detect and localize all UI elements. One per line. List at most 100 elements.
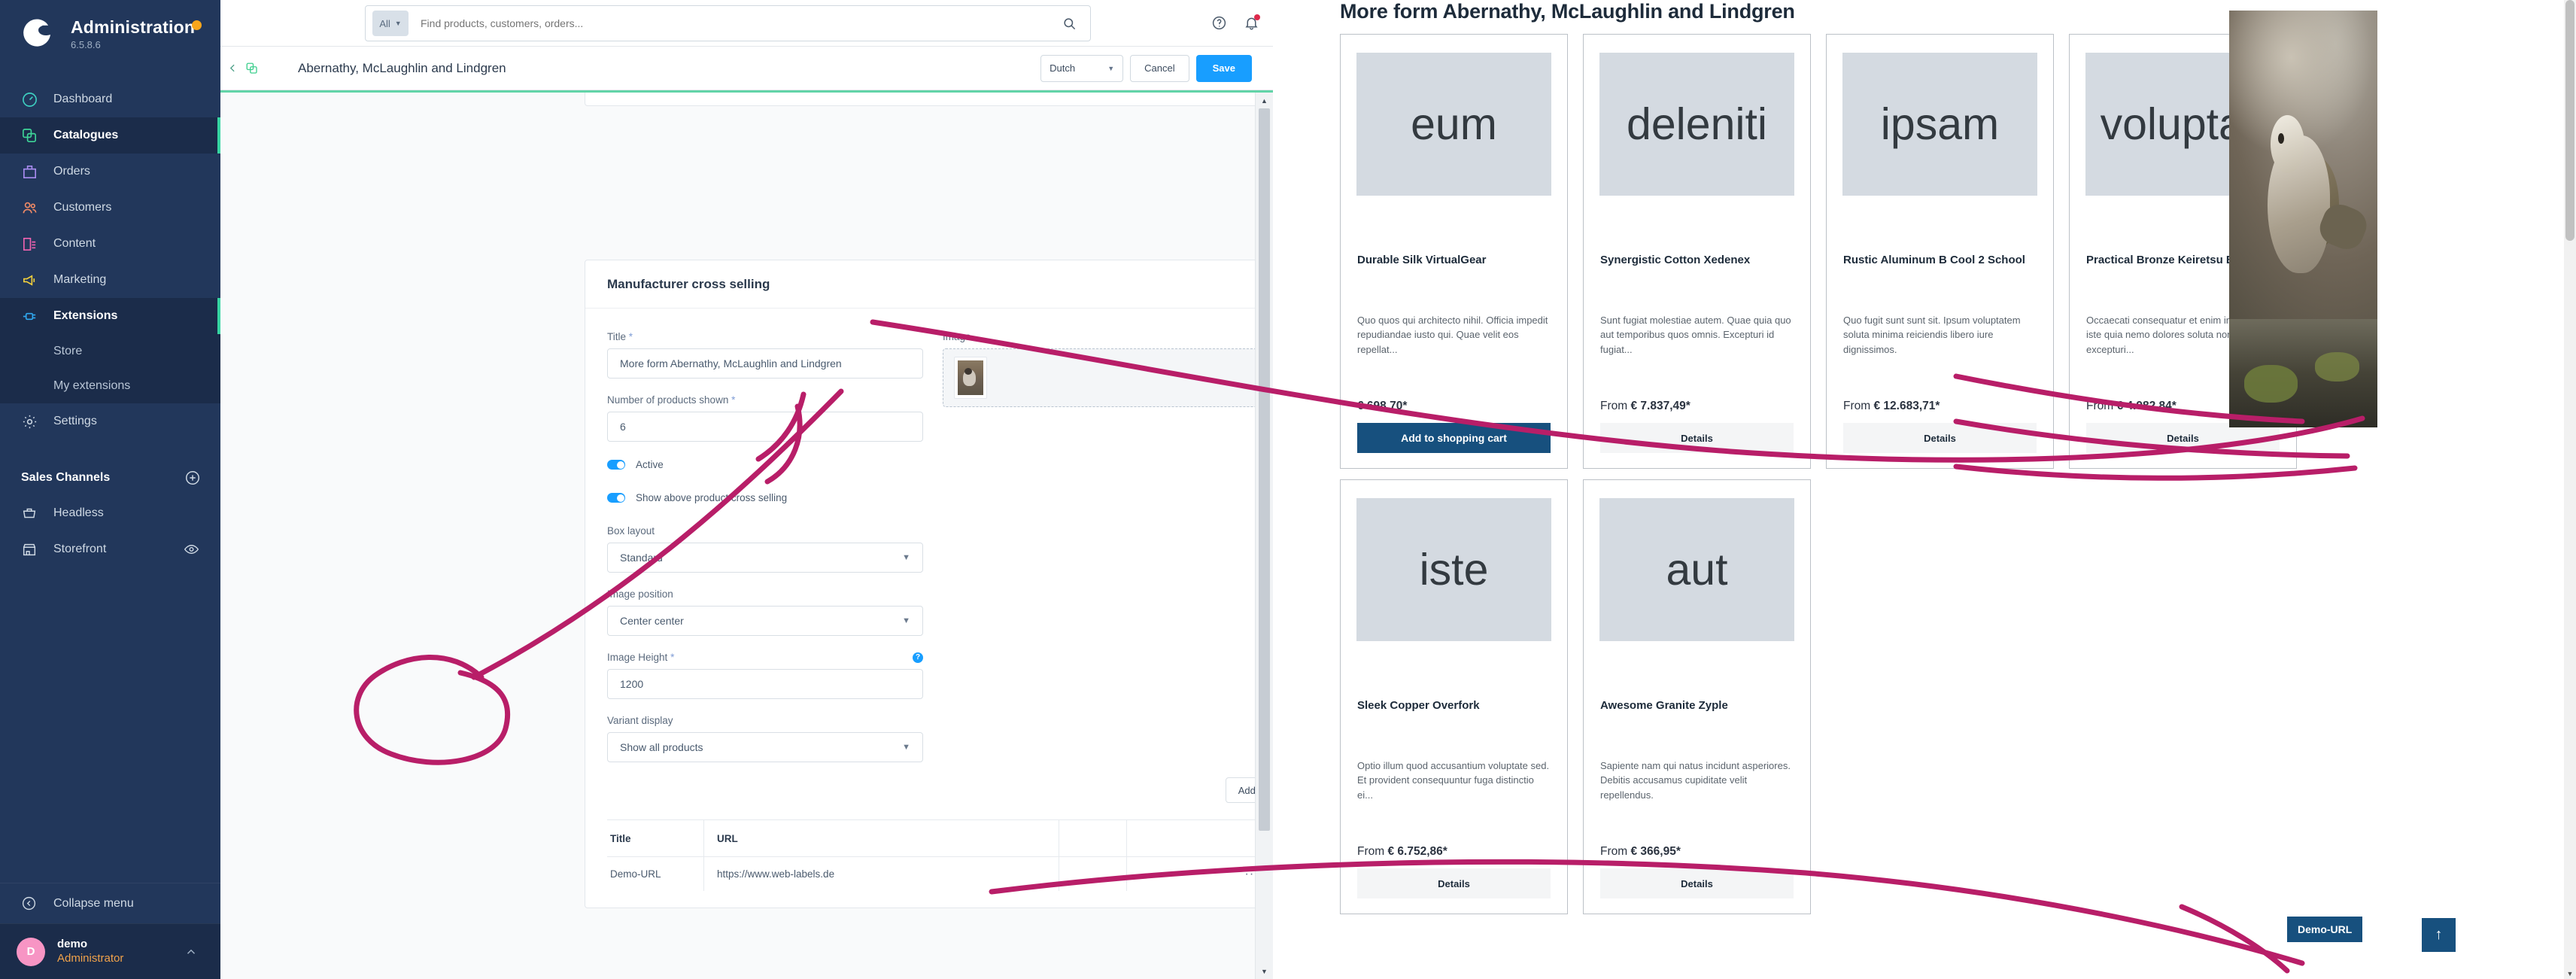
product-name[interactable]: Rustic Aluminum B Cool 2 School bbox=[1843, 253, 2037, 268]
preview-storefront-icon[interactable] bbox=[184, 542, 199, 558]
sidebar-item-extensions[interactable]: Extensions bbox=[0, 298, 220, 334]
field-product-count-label: Number of products shown * bbox=[607, 394, 923, 406]
sidebar-item-content[interactable]: Content bbox=[0, 226, 220, 262]
product-card[interactable]: deleniti Synergistic Cotton Xedenex Sunt… bbox=[1583, 34, 1811, 469]
details-button[interactable]: Details bbox=[1843, 423, 2037, 453]
image-position-select[interactable]: Center center ▼ bbox=[607, 606, 923, 636]
product-card[interactable]: iste Sleek Copper Overfork Optio illum q… bbox=[1340, 479, 1568, 914]
collapse-menu-button[interactable]: Collapse menu bbox=[0, 883, 220, 923]
sidebar-item-label: Marketing bbox=[53, 273, 107, 286]
sidebar-channel-headless[interactable]: Headless bbox=[0, 495, 220, 531]
links-table: Title URL Demo-URL https://www.web-label… bbox=[607, 819, 1273, 891]
help-icon[interactable] bbox=[1211, 15, 1227, 31]
demo-url-badge[interactable]: Demo-URL bbox=[2287, 917, 2363, 942]
scroll-up-arrow[interactable]: ▲ bbox=[1256, 93, 1273, 108]
show-above-toggle[interactable] bbox=[607, 493, 625, 503]
image-upload-dropzone[interactable]: × bbox=[943, 348, 1273, 407]
product-card[interactable]: eum Durable Silk VirtualGear Quo quos qu… bbox=[1340, 34, 1568, 469]
product-price-value: € 6.752,86* bbox=[1387, 845, 1447, 858]
notifications-bell-icon[interactable] bbox=[1244, 14, 1260, 31]
brand-version: 6.5.8.6 bbox=[71, 38, 101, 50]
details-button[interactable]: Details bbox=[2086, 423, 2280, 453]
product-image-placeholder: iste bbox=[1356, 498, 1551, 641]
admin-scrollbar[interactable]: ▲ ▼ bbox=[1255, 93, 1273, 979]
table-row[interactable]: Demo-URL https://www.web-labels.de ··· bbox=[607, 856, 1273, 891]
scroll-to-top-button[interactable]: ↑ bbox=[2422, 918, 2456, 952]
chevron-down-icon: ▼ bbox=[902, 616, 910, 625]
page-scrollbar-thumb[interactable] bbox=[2565, 0, 2574, 241]
product-count-input[interactable]: 6 bbox=[607, 412, 923, 442]
app-root: Administration 6.5.8.6 Dashboard Catalog… bbox=[0, 0, 2576, 979]
product-name[interactable]: Durable Silk VirtualGear bbox=[1357, 253, 1551, 268]
product-name[interactable]: Sleek Copper Overfork bbox=[1357, 698, 1551, 713]
search-input[interactable] bbox=[421, 17, 1062, 29]
image-height-help-icon[interactable]: ? bbox=[913, 652, 923, 663]
sidebar-item-customers[interactable]: Customers bbox=[0, 190, 220, 226]
title-input[interactable]: More form Abernathy, McLaughlin and Lind… bbox=[607, 348, 923, 379]
sidebar-item-label: Catalogues bbox=[53, 129, 119, 141]
top-bar: All ▼ bbox=[220, 0, 1273, 47]
active-toggle[interactable] bbox=[607, 460, 625, 470]
active-toggle-label: Active bbox=[636, 459, 664, 470]
smart-bar-actions: Dutch ▼ Cancel Save bbox=[1040, 54, 1252, 82]
add-sales-channel-icon[interactable] bbox=[184, 470, 201, 486]
product-description: Quo quos qui architecto nihil. Officia i… bbox=[1357, 314, 1548, 355]
sidebar-channel-storefront[interactable]: Storefront bbox=[0, 531, 220, 567]
box-layout-select[interactable]: Standard ▼ bbox=[607, 543, 923, 573]
customers-icon bbox=[21, 199, 47, 217]
add-to-cart-button[interactable]: Add to shopping cart bbox=[1357, 423, 1551, 453]
chevron-down-icon: ▼ bbox=[902, 743, 910, 752]
save-button[interactable]: Save bbox=[1195, 54, 1252, 82]
chevron-up-icon[interactable] bbox=[184, 945, 198, 959]
scroll-down-arrow[interactable]: ▼ bbox=[1256, 963, 1273, 979]
variant-display-value: Show all products bbox=[620, 741, 703, 753]
image-thumbnail[interactable] bbox=[954, 357, 987, 399]
field-product-count-label-text: Number of products shown bbox=[607, 394, 729, 406]
page-scrollbar[interactable]: ▼ bbox=[2564, 0, 2576, 979]
field-image-position-label: Image position bbox=[607, 588, 673, 600]
dashboard-icon bbox=[21, 91, 47, 108]
sidebar-item-catalogues[interactable]: Catalogues bbox=[0, 117, 220, 154]
product-name[interactable]: Synergistic Cotton Xedenex bbox=[1600, 253, 1794, 268]
back-button[interactable] bbox=[228, 63, 238, 73]
gear-icon bbox=[21, 413, 47, 430]
details-button[interactable]: Details bbox=[1357, 868, 1551, 898]
user-menu[interactable]: D demo Administrator bbox=[0, 923, 220, 979]
product-card[interactable]: ipsam Rustic Aluminum B Cool 2 School Qu… bbox=[1826, 34, 2054, 469]
sidebar-item-marketing[interactable]: Marketing bbox=[0, 262, 220, 298]
language-switch[interactable]: Dutch ▼ bbox=[1040, 54, 1124, 82]
image-height-input[interactable]: 1200 bbox=[607, 669, 923, 699]
variant-display-select[interactable]: Show all products ▼ bbox=[607, 732, 923, 762]
sidebar-item-settings[interactable]: Settings bbox=[0, 403, 220, 439]
sidebar-item-orders[interactable]: Orders bbox=[0, 154, 220, 190]
details-button[interactable]: Details bbox=[1600, 868, 1794, 898]
details-button[interactable]: Details bbox=[1600, 423, 1794, 453]
field-variant-display: Variant display Show all products ▼ bbox=[607, 715, 923, 762]
table-header-row: Title URL bbox=[607, 820, 1273, 856]
product-price: From € 6.752,86* bbox=[1357, 845, 1551, 859]
product-image-placeholder: aut bbox=[1599, 498, 1794, 641]
sidebar-subitem-store[interactable]: Store bbox=[0, 334, 220, 369]
sidebar-channel-label: Headless bbox=[53, 506, 104, 519]
orders-icon bbox=[21, 163, 47, 181]
manufacturer-cross-selling-card: Manufacturer cross selling Title * More … bbox=[585, 260, 1273, 908]
global-search[interactable]: All ▼ bbox=[365, 5, 1091, 41]
scrollbar-thumb[interactable] bbox=[1259, 108, 1270, 831]
update-indicator-dot[interactable] bbox=[192, 20, 202, 30]
catalogues-icon bbox=[21, 127, 47, 144]
cancel-button[interactable]: Cancel bbox=[1130, 54, 1189, 82]
sidebar-item-label: Extensions bbox=[53, 309, 118, 322]
product-name[interactable]: Awesome Granite Zyple bbox=[1600, 698, 1794, 713]
table-column-divider bbox=[703, 820, 704, 891]
sidebar-subitem-my-extensions[interactable]: My extensions bbox=[0, 369, 220, 403]
chevron-down-icon: ▼ bbox=[902, 553, 910, 562]
sidebar-item-dashboard[interactable]: Dashboard bbox=[0, 81, 220, 117]
sidebar-group-extensions: Extensions Store My extensions bbox=[0, 298, 220, 403]
add-link-row: Add link bbox=[585, 777, 1273, 803]
search-scope-selector[interactable]: All ▼ bbox=[372, 11, 409, 36]
scroll-down-arrow[interactable]: ▼ bbox=[2564, 970, 2576, 977]
search-icon[interactable] bbox=[1062, 17, 1077, 31]
price-prefix: From bbox=[1843, 400, 1871, 412]
product-card[interactable]: aut Awesome Granite Zyple Sapiente nam q… bbox=[1583, 479, 1811, 914]
product-description: Sapiente nam qui natus incidunt asperior… bbox=[1600, 759, 1791, 801]
